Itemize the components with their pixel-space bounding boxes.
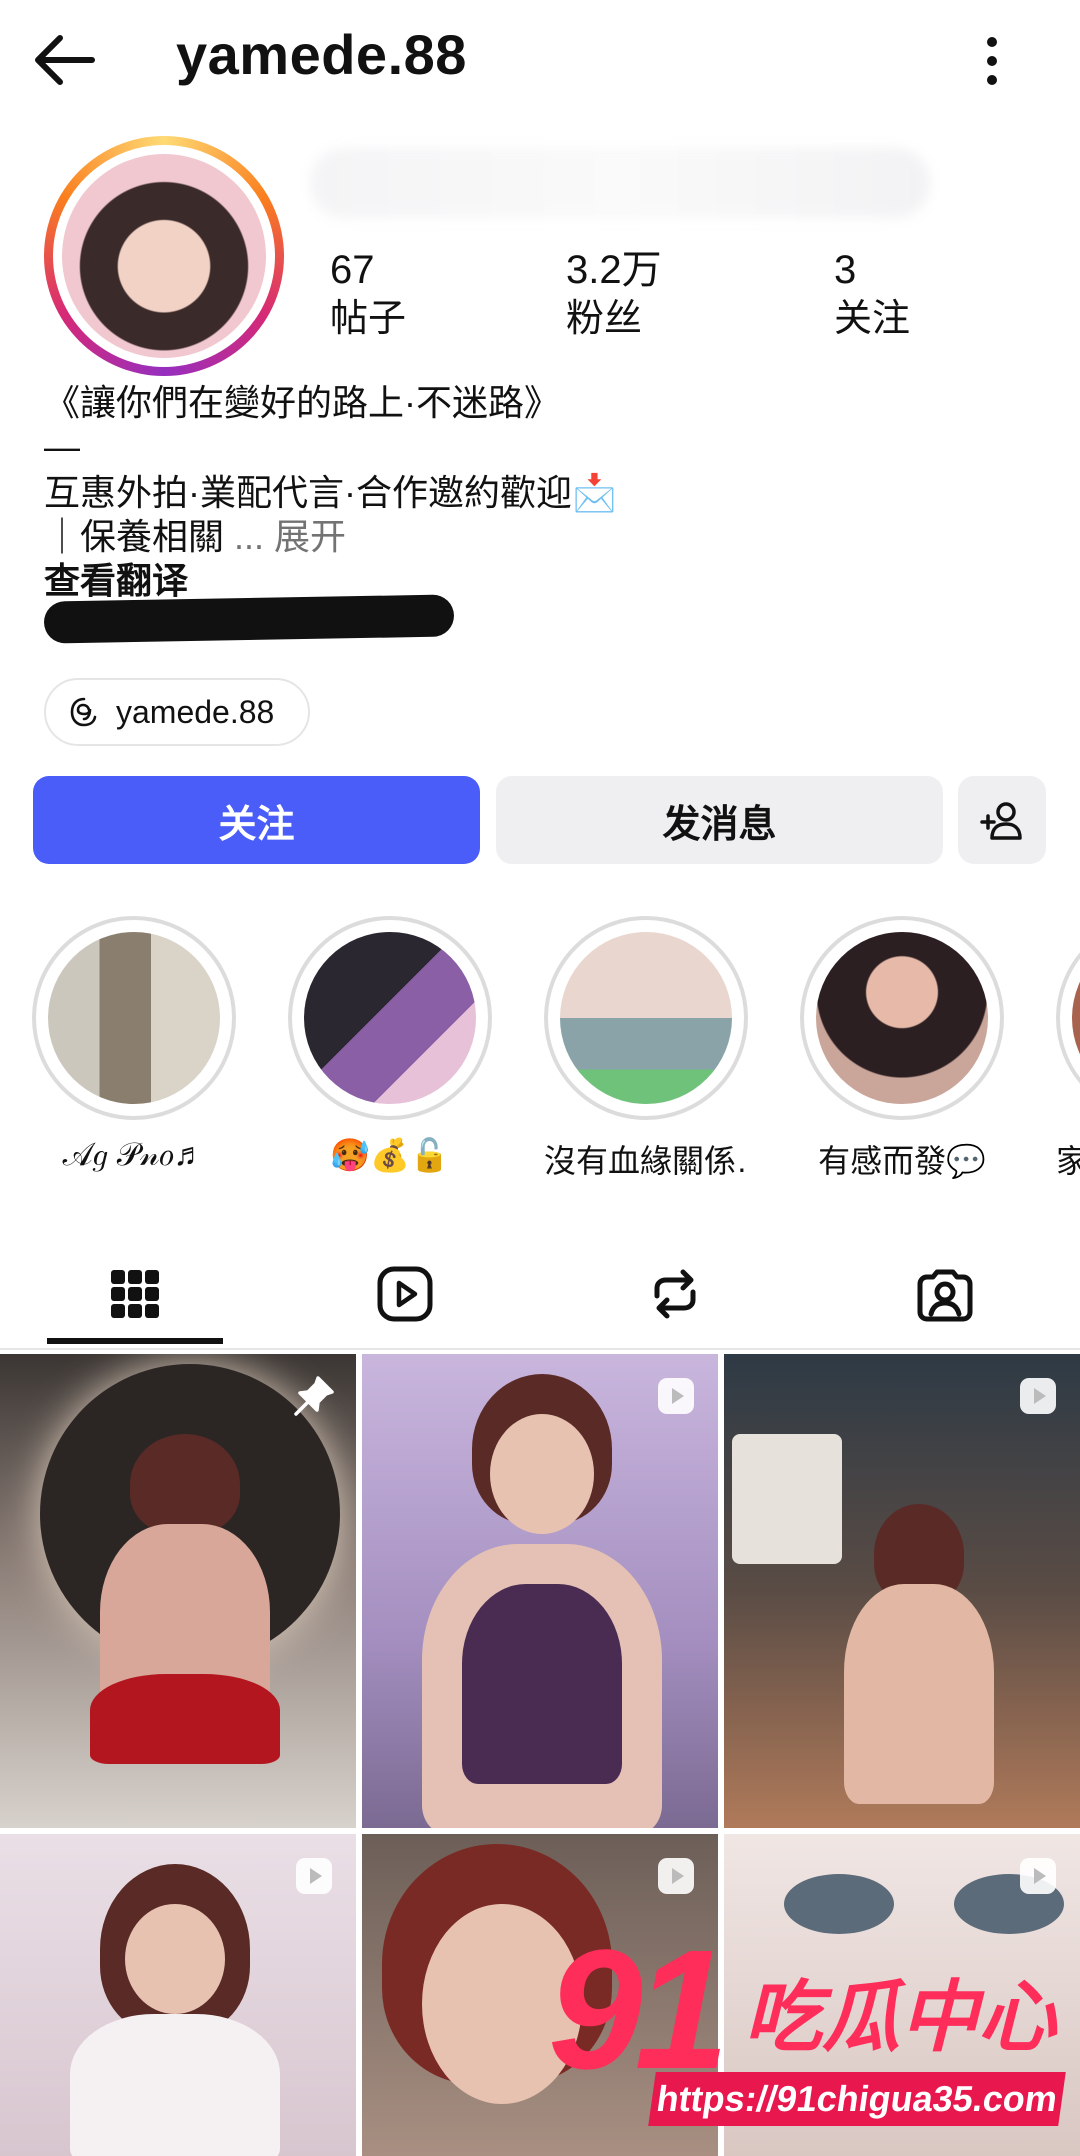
posts-label: 帖子 <box>330 298 407 340</box>
followers-label: 粉丝 <box>566 298 643 340</box>
highlight-ring <box>544 916 748 1120</box>
followers-count: 3.2万 <box>566 248 662 292</box>
post-thumbnail-1[interactable] <box>0 1354 356 1828</box>
highlight-3[interactable]: 沒有血緣關係… <box>544 916 748 1182</box>
avatar-border <box>53 145 275 367</box>
more-options-icon[interactable] <box>970 34 1014 88</box>
highlight-5[interactable]: 家 <box>1056 916 1080 1182</box>
post-thumbnail-3[interactable] <box>724 1354 1080 1828</box>
posts-stat[interactable]: 67 帖子 <box>330 246 406 344</box>
threads-handle: yamede.88 <box>116 693 275 730</box>
bio-line-1: 《讓你們在變好的路上·不迷路》 <box>44 382 560 423</box>
reposts-icon <box>654 1269 696 1319</box>
reel-icon <box>1020 1858 1056 1894</box>
reel-icon <box>296 1858 332 1894</box>
highlight-cover <box>1072 932 1080 1104</box>
following-count: 3 <box>834 248 857 292</box>
highlight-cover <box>816 932 988 1104</box>
posts-count: 67 <box>330 248 375 292</box>
profile-avatar[interactable] <box>44 136 284 376</box>
profile-tabs <box>0 1240 1080 1350</box>
watermark: 91 吃瓜中心 https://91chigua35.com <box>548 1920 1068 2140</box>
highlight-label: 𝒜𝑔 𝒫𝓃𝑜♬ <box>62 1136 206 1172</box>
suggest-people-button[interactable] <box>958 776 1046 864</box>
bio-line-4: ｜保養相關 ... 展开 <box>44 514 346 560</box>
post-thumbnail-4[interactable] <box>0 1834 356 2156</box>
tab-grid[interactable] <box>0 1240 270 1348</box>
active-tab-indicator <box>47 1338 223 1344</box>
follow-button[interactable]: 关注 <box>33 776 480 864</box>
highlight-cover <box>560 932 732 1104</box>
watermark-text: 吃瓜中心 <box>744 1973 1057 2061</box>
reel-icon <box>658 1858 694 1894</box>
tagged-icon <box>917 1269 973 1322</box>
tab-tagged[interactable] <box>810 1240 1080 1348</box>
highlight-label: 🥵💰🔓 <box>330 1137 450 1173</box>
highlight-ring <box>288 916 492 1120</box>
post-figure-hair <box>130 1434 240 1534</box>
tab-reels[interactable] <box>270 1240 540 1348</box>
add-person-icon <box>980 802 1022 840</box>
bio-line-3: 互惠外拍·業配代言·合作邀約歡迎📩 <box>44 472 617 513</box>
post-figure <box>70 2014 280 2156</box>
post-figure-face <box>125 1904 225 2014</box>
threads-icon <box>70 697 97 727</box>
post-figure-dress <box>90 1674 280 1764</box>
post-figure-outfit <box>462 1584 622 1784</box>
highlight-cover <box>48 932 220 1104</box>
highlight-ring <box>800 916 1004 1120</box>
highlight-ring <box>32 916 236 1120</box>
profile-username: yamede.88 <box>176 23 467 86</box>
message-button[interactable]: 发消息 <box>496 776 943 864</box>
reel-icon <box>1020 1378 1056 1414</box>
following-stat[interactable]: 3 关注 <box>834 246 910 344</box>
highlight-2[interactable]: 🥵💰🔓 <box>288 916 492 1174</box>
highlight-ring <box>1056 916 1080 1120</box>
reels-icon <box>377 1266 433 1322</box>
bio-line-4-text: ｜保養相關 <box>44 516 225 557</box>
tab-reposts[interactable] <box>540 1240 810 1348</box>
see-translation-link[interactable]: 查看翻译 <box>44 558 188 604</box>
highlight-label: 家 <box>1056 1143 1080 1179</box>
watermark-url: https://91chigua35.com <box>648 2072 1066 2126</box>
post-figure <box>844 1584 994 1804</box>
redacted-link <box>43 594 455 644</box>
bio-line-2: — <box>44 426 80 467</box>
highlight-label: 有感而發💬 <box>818 1143 986 1179</box>
pin-icon <box>294 1376 334 1416</box>
post-figure-face <box>490 1414 594 1534</box>
highlight-4[interactable]: 有感而發💬 <box>800 916 1004 1182</box>
followers-stat[interactable]: 3.2万 粉丝 <box>566 246 662 344</box>
highlight-cover <box>304 932 476 1104</box>
highlight-label: 沒有血緣關係… <box>544 1143 748 1179</box>
highlight-1[interactable]: 𝒜𝑔 𝒫𝓃𝑜♬ <box>32 916 236 1174</box>
following-label: 关注 <box>834 298 911 340</box>
bio-expand-link[interactable]: ... 展开 <box>234 516 346 557</box>
post-thumbnail-2[interactable] <box>362 1354 718 1828</box>
avatar-photo <box>62 154 266 358</box>
reel-icon <box>658 1378 694 1414</box>
back-arrow-icon[interactable] <box>30 30 100 90</box>
grid-icon <box>111 1270 159 1318</box>
post-prop-fan <box>732 1434 842 1564</box>
threads-badge[interactable]: yamede.88 <box>44 678 311 746</box>
blurred-display-name <box>310 148 930 218</box>
top-bar: yamede.88 <box>0 0 1080 120</box>
